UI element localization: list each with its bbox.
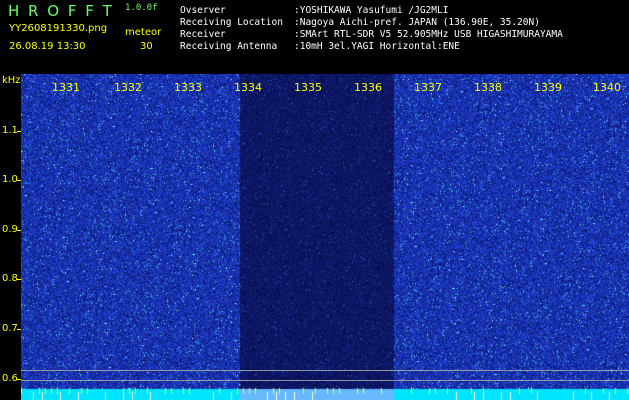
datetime-label: 26.08.19 13:30 (9, 41, 86, 52)
time-label-1334: 1334 (234, 81, 262, 94)
time-label-1337: 1337 (414, 81, 442, 94)
info-value-location: :Nagoya Aichi-pref. JAPAN (136.90E, 35.2… (294, 17, 540, 28)
y-tick (17, 131, 21, 132)
y-tick (17, 279, 21, 280)
time-label-1333: 1333 (174, 81, 202, 94)
mode-value: 30 (140, 41, 153, 52)
info-label-observer: Ovserver (180, 5, 226, 16)
y-tick (17, 329, 21, 330)
filename-label: YY2608191330.png (9, 23, 108, 34)
y-label-0.8: 0.8 (2, 273, 18, 284)
info-value-receiver: :SMArt RTL-SDR V5 52.905MHz USB HIGASHIM… (294, 29, 563, 40)
y-label-0.9: 0.9 (2, 224, 18, 235)
version-label: 1.0.0f (125, 3, 158, 13)
time-label-1335: 1335 (294, 81, 322, 94)
spectrogram-canvas (21, 74, 629, 400)
info-value-observer: :YOSHIKAWA Yasufumi /JG2MLI (294, 5, 449, 16)
header-panel: H R O F F T 1.0.0f YY2608191330.png 26.0… (0, 0, 629, 74)
y-label-0.7: 0.7 (2, 323, 18, 334)
reference-line (21, 370, 629, 371)
y-label-1.1: 1.1 (2, 125, 18, 136)
info-label-location: Receiving Location (180, 17, 283, 28)
info-label-receiver: Receiver (180, 29, 226, 40)
time-label-1339: 1339 (534, 81, 562, 94)
reference-line (21, 380, 629, 381)
info-value-antenna: :10mH 3el.YAGI Horizontal:ENE (294, 41, 460, 52)
spectrogram-plot (21, 74, 629, 400)
y-tick (17, 180, 21, 181)
time-label-1336: 1336 (354, 81, 382, 94)
time-label-1340: 1340 (593, 81, 621, 94)
app-title: H R O F F T (8, 2, 114, 20)
y-tick (17, 230, 21, 231)
mode-label: meteor (125, 27, 162, 38)
axis-unit: kHz (2, 75, 21, 86)
time-label-1331: 1331 (52, 81, 80, 94)
time-label-1338: 1338 (474, 81, 502, 94)
y-label-0.6: 0.6 (2, 373, 18, 384)
info-label-antenna: Receiving Antenna (180, 41, 278, 52)
time-label-1332: 1332 (114, 81, 142, 94)
y-label-1.0: 1.0 (2, 174, 18, 185)
